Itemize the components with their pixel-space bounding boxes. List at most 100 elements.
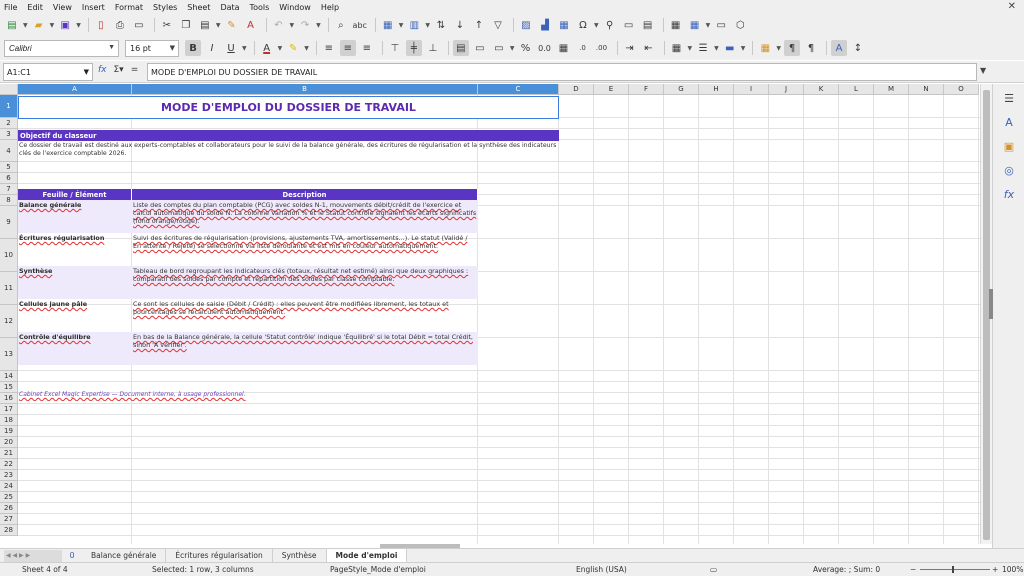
chevron-down-icon[interactable]: ▼ — [84, 68, 89, 76]
print-preview-icon[interactable]: ▭ — [131, 17, 147, 33]
row-header[interactable]: 8 — [0, 195, 18, 206]
row-header[interactable]: 27 — [0, 514, 18, 525]
table-row-name[interactable]: Synthèse — [18, 266, 132, 299]
expand-formula-icon[interactable]: ▼ — [980, 66, 986, 75]
column-header[interactable]: D — [559, 84, 594, 95]
table-row-desc[interactable]: En bas de la Balance générale, la cellul… — [132, 332, 478, 365]
spellcheck-icon[interactable]: abc — [352, 17, 368, 33]
menu-window[interactable]: Window — [279, 3, 311, 12]
remove-decimal-icon[interactable]: .00 — [594, 40, 610, 56]
chevron-down-icon[interactable]: ▼ — [50, 22, 55, 29]
zoom-out-icon[interactable]: − — [910, 565, 916, 574]
hyperlink-icon[interactable]: ⚲ — [602, 17, 618, 33]
row-header[interactable]: 6 — [0, 173, 18, 184]
properties-icon[interactable]: ☰ — [1001, 90, 1017, 106]
chevron-down-icon[interactable]: ▼ — [108, 44, 115, 51]
column-header[interactable]: C — [478, 84, 559, 95]
status-language[interactable]: English (USA) — [576, 565, 627, 574]
chevron-down-icon[interactable]: ▼ — [304, 45, 309, 52]
shapes-icon[interactable]: ⬡ — [732, 17, 748, 33]
chevron-down-icon[interactable]: ▼ — [741, 45, 746, 52]
table-row-name[interactable]: Écritures régularisation — [18, 233, 132, 266]
chevron-down-icon[interactable]: ▼ — [170, 44, 175, 52]
chevron-down-icon[interactable]: ▼ — [425, 22, 430, 29]
tab-synthese[interactable]: Synthèse — [273, 549, 327, 562]
add-sheet-button[interactable]: 0 — [66, 551, 78, 560]
font-color-icon[interactable]: A — [259, 40, 275, 56]
chevron-down-icon[interactable]: ▼ — [278, 45, 283, 52]
vertical-text-icon[interactable]: A — [831, 40, 847, 56]
rtl-icon[interactable]: ¶ — [803, 40, 819, 56]
special-char-icon[interactable]: Ω — [575, 17, 591, 33]
chevron-down-icon[interactable]: ▼ — [316, 22, 321, 29]
horizontal-scroll-thumb[interactable] — [380, 544, 460, 548]
navigator-icon[interactable]: ◎ — [1001, 162, 1017, 178]
zoom-in-icon[interactable]: + — [992, 565, 998, 574]
find-replace-icon[interactable]: ⌕ — [333, 17, 349, 33]
chevron-down-icon[interactable]: ▼ — [23, 22, 28, 29]
align-bottom-icon[interactable]: ⊥ — [425, 40, 441, 56]
row-header[interactable]: 3 — [0, 129, 18, 140]
row-header[interactable]: 26 — [0, 503, 18, 514]
undo-icon[interactable]: ↶ — [271, 17, 287, 33]
redo-icon[interactable]: ↷ — [297, 17, 313, 33]
menu-data[interactable]: Data — [220, 3, 239, 12]
chevron-down-icon[interactable]: ▼ — [242, 45, 247, 52]
row-header[interactable]: 9 — [0, 206, 18, 239]
chevron-down-icon[interactable]: ▼ — [594, 22, 599, 29]
row-header[interactable]: 1 — [0, 95, 18, 118]
date-icon[interactable]: ▦ — [556, 40, 572, 56]
table-row-desc[interactable]: Liste des comptes du plan comptable (PCG… — [132, 200, 478, 233]
header-footer-icon[interactable]: ▤ — [640, 17, 656, 33]
autofilter-icon[interactable]: ▽ — [490, 17, 506, 33]
sheet-nav-buttons[interactable]: ◀ ◀ ▶ ▶ — [4, 549, 62, 562]
ltr-icon[interactable]: ¶ — [784, 40, 800, 56]
status-page-style[interactable]: PageStyle_Mode d'emploi — [330, 565, 426, 574]
italic-icon[interactable]: I — [204, 40, 220, 56]
row-icon[interactable]: ▦ — [380, 17, 396, 33]
chevron-down-icon[interactable]: ▼ — [76, 22, 81, 29]
row-header[interactable]: 18 — [0, 415, 18, 426]
row-header[interactable]: 2 — [0, 118, 18, 129]
table-row-desc[interactable]: Tableau de bord regroupant les indicateu… — [132, 266, 478, 299]
menu-tools[interactable]: Tools — [250, 3, 270, 12]
row-header[interactable]: 14 — [0, 371, 18, 382]
underline-icon[interactable]: U — [223, 40, 239, 56]
column-header[interactable]: M — [874, 84, 909, 95]
increase-indent-icon[interactable]: ⇥ — [622, 40, 638, 56]
border-color-icon[interactable]: ▬ — [722, 40, 738, 56]
border-style-icon[interactable]: ☰ — [695, 40, 711, 56]
row-header[interactable]: 22 — [0, 459, 18, 470]
wrap-text-icon[interactable]: ▤ — [452, 40, 469, 56]
new-doc-icon[interactable]: ▤ — [4, 17, 20, 33]
font-size-combo[interactable]: 16 pt ▼ — [125, 39, 179, 57]
column-header[interactable]: G — [664, 84, 699, 95]
align-middle-icon[interactable]: ╪ — [405, 40, 422, 56]
column-header[interactable]: I — [734, 84, 769, 95]
spreadsheet-grid[interactable]: A B C D E F G H I J K L M N O 1 2 3 4 5 6 7 8 9 10 11 12 13 14 15 16 17… — [0, 84, 980, 544]
formula-icon[interactable]: = — [131, 65, 139, 75]
align-right-icon[interactable]: ≡ — [359, 40, 375, 56]
menu-sheet[interactable]: Sheet — [187, 3, 210, 12]
define-print-area-icon[interactable]: ▦ — [668, 17, 684, 33]
cut-icon[interactable]: ✂ — [159, 17, 175, 33]
column-header[interactable]: B — [132, 84, 478, 95]
function-wizard-icon[interactable]: fx — [98, 65, 107, 75]
add-decimal-icon[interactable]: .0 — [575, 40, 591, 56]
row-header[interactable]: 16 — [0, 393, 18, 404]
table-row-name[interactable]: Balance générale — [18, 200, 132, 233]
row-header[interactable]: 24 — [0, 481, 18, 492]
sort-desc-icon[interactable]: ↑ — [471, 17, 487, 33]
menu-view[interactable]: View — [53, 3, 72, 12]
chevron-down-icon[interactable]: ▼ — [688, 45, 693, 52]
zoom-slider[interactable] — [920, 569, 990, 570]
table-header-feuille[interactable]: Feuille / Élément — [18, 189, 132, 200]
decimal-icon[interactable]: 0.0 — [537, 40, 553, 56]
clone-format-icon[interactable]: ✎ — [224, 17, 240, 33]
bold-icon[interactable]: B — [185, 40, 201, 56]
font-name-combo[interactable]: Calibri ▼ — [4, 39, 119, 57]
image-icon[interactable]: ▨ — [518, 17, 534, 33]
text-direction-icon[interactable]: ↕ — [850, 40, 866, 56]
tab-balance-generale[interactable]: Balance générale — [82, 549, 167, 562]
align-left-icon[interactable]: ≡ — [321, 40, 337, 56]
